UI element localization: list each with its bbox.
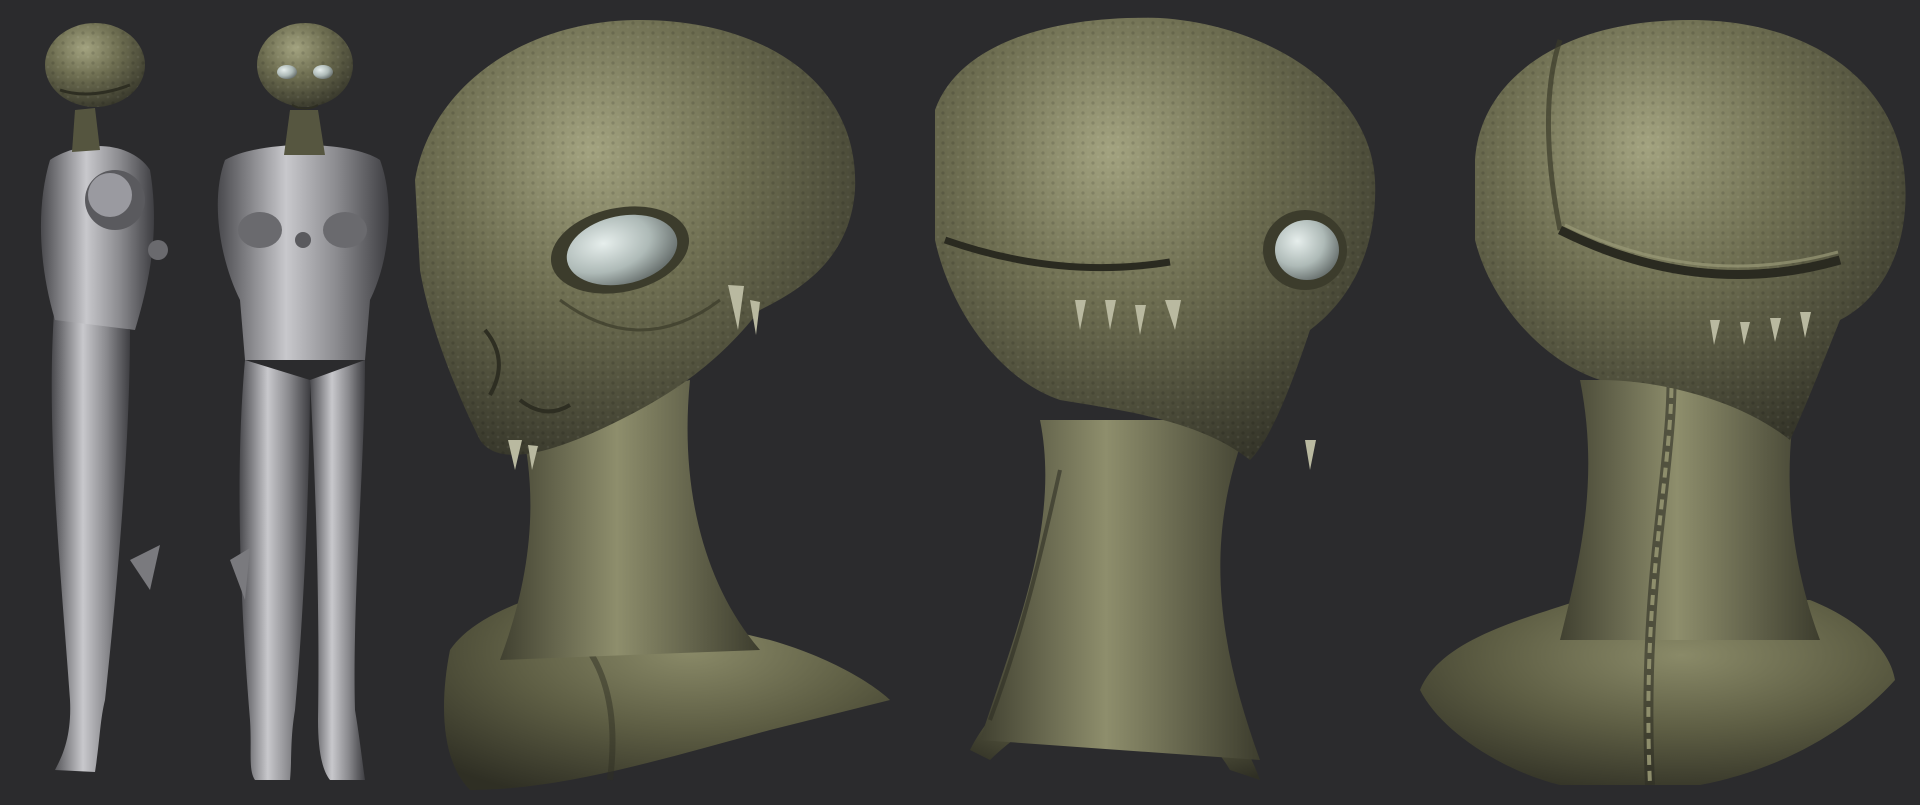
head-side-bust: [935, 17, 1376, 780]
head-three-quarter-bust: [415, 20, 890, 790]
sculpt-render-canvas: [0, 0, 1920, 805]
full-body-side-figure: [40, 23, 168, 772]
head-back-bust: [1420, 20, 1906, 786]
full-body-front-figure: [217, 23, 389, 780]
